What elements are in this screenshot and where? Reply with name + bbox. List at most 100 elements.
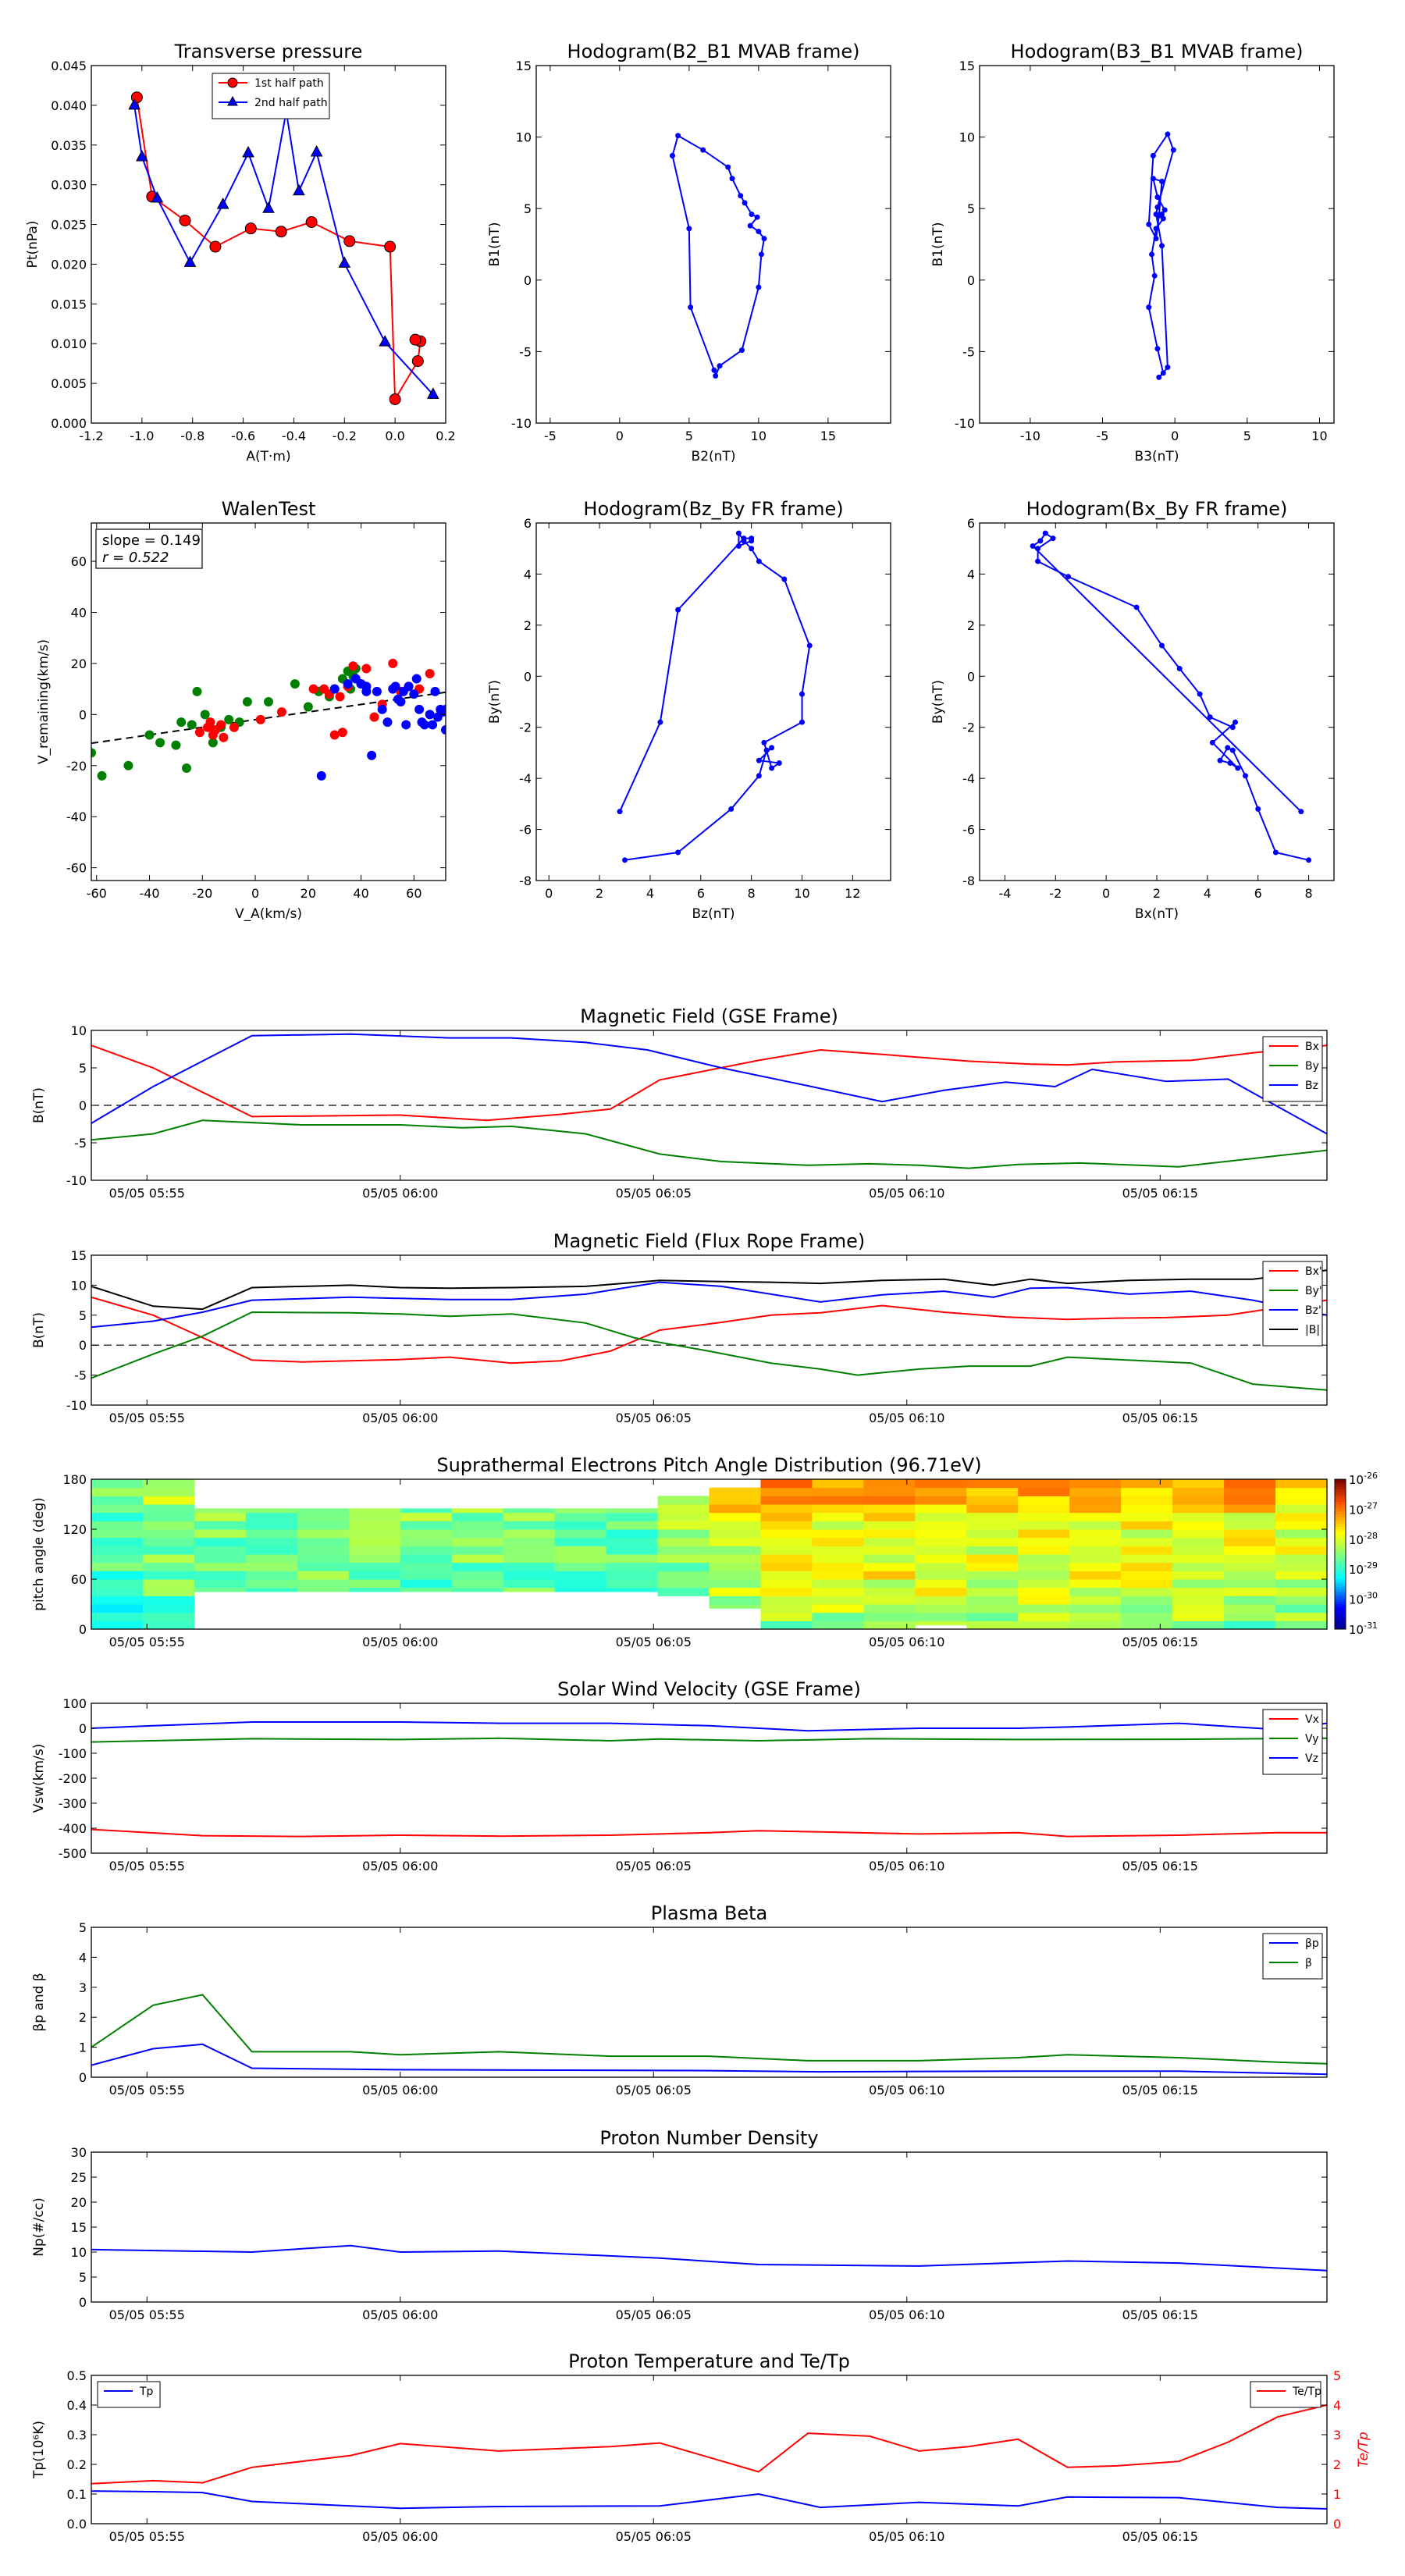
heatmap-cell xyxy=(915,1521,967,1530)
heatmap-cell xyxy=(657,1562,710,1571)
heatmap-cell xyxy=(451,1579,504,1589)
x-tick-label: -0.4 xyxy=(282,429,306,443)
heatmap-cell xyxy=(554,1571,607,1580)
y-tick-label: -20 xyxy=(66,759,87,774)
scatter-point xyxy=(404,681,414,692)
heatmap-cell xyxy=(966,1521,1019,1530)
colorbar-segment xyxy=(1335,1519,1346,1522)
heatmap-cell xyxy=(1121,1562,1173,1571)
colorbar-segment xyxy=(1335,1529,1346,1532)
colorbar-segment xyxy=(1335,1536,1346,1540)
y-tick-label: 120 xyxy=(62,1522,87,1537)
heatmap-cell xyxy=(245,1537,298,1546)
data-point xyxy=(781,576,788,582)
x-tick-label: 05/05 05:55 xyxy=(109,1411,185,1425)
heatmap-cell xyxy=(554,1521,607,1530)
legend: βp β xyxy=(1262,1933,1323,1980)
data-point xyxy=(1154,204,1161,210)
heatmap-cell xyxy=(709,1487,761,1496)
colorbar-segment xyxy=(1335,1574,1346,1578)
data-point xyxy=(1158,243,1165,249)
x-tick-label: 05/05 05:55 xyxy=(109,1186,185,1201)
y-tick-label: 15 xyxy=(959,59,975,73)
y-axis-label: Tp(10⁶K) xyxy=(31,2421,47,2479)
y-tick-label: 0.005 xyxy=(51,376,87,391)
heatmap-cell xyxy=(245,1508,298,1514)
heatmap-cell xyxy=(245,1521,298,1530)
y-tick-label: 0.0 xyxy=(67,2517,87,2532)
scatter-point xyxy=(414,704,425,714)
heatmap-cell xyxy=(863,1479,916,1489)
series-line-bz xyxy=(91,1033,1327,1135)
colorbar-segment xyxy=(1335,1511,1346,1515)
scatter-point xyxy=(428,720,438,730)
x-tick-label: 8 xyxy=(748,886,756,901)
colorbar-tick-label: 10-29 xyxy=(1349,1560,1378,1577)
heatmap-cell xyxy=(1172,1521,1225,1530)
heatmap-cell xyxy=(1018,1521,1070,1530)
heatmap-cell xyxy=(400,1554,453,1564)
chart-tp: 0.0000.0050.0100.0150.0200.0250.0300.035… xyxy=(25,41,456,464)
heatmap-cell xyxy=(606,1579,659,1589)
heatmap-cell xyxy=(915,1529,967,1539)
x-tick-label: 10 xyxy=(1311,429,1327,443)
y-tick-label: 0 xyxy=(79,1098,87,1113)
heatmap-cell xyxy=(760,1529,813,1539)
legend-label: Vx xyxy=(1305,1713,1319,1726)
y-tick-label: -5 xyxy=(962,344,975,359)
x-tick-label: -40 xyxy=(139,886,159,901)
data-point xyxy=(738,193,744,199)
heatmap-cell xyxy=(1069,1487,1122,1496)
heatmap-cell xyxy=(1069,1579,1122,1589)
heatmap-cell xyxy=(863,1562,916,1571)
data-point xyxy=(799,691,805,697)
heatmap-cell xyxy=(1224,1496,1276,1505)
heatmap-cell xyxy=(709,1512,761,1521)
scatter-point xyxy=(316,770,326,781)
heatmap-cell xyxy=(91,1521,144,1530)
scatter-point xyxy=(425,669,435,679)
y-tick-label: 180 xyxy=(62,1472,87,1487)
heatmap-cell xyxy=(91,1621,144,1629)
colorbar-segment xyxy=(1335,1526,1346,1530)
data-point xyxy=(1035,546,1041,552)
heatmap-cell xyxy=(709,1604,761,1609)
x-axis-label: B2(nT) xyxy=(692,449,736,464)
chart-hzy: -8 -6 -4 -2 0 2 4 6 0 2 4 6 8 10 12 Hodogram(Bz_By FR f… xyxy=(487,498,891,922)
x-tick-label: 05/05 06:10 xyxy=(869,1411,944,1425)
x-tick-label: 05/05 06:10 xyxy=(869,2307,944,2322)
heatmap-cell xyxy=(1018,1604,1070,1614)
right-y-tick-label: 5 xyxy=(1333,2368,1341,2383)
y-tick-label: 25 xyxy=(71,2170,87,2185)
legend-label: 1st half path xyxy=(254,77,324,90)
heatmap-cell xyxy=(297,1554,350,1564)
y-tick-label: 5 xyxy=(524,201,532,216)
heatmap-cell xyxy=(451,1587,504,1592)
y-tick-label: 0 xyxy=(79,1622,87,1637)
heatmap-cell xyxy=(1275,1562,1327,1571)
heatmap-cell xyxy=(1224,1479,1276,1489)
scatter-point xyxy=(393,694,404,704)
heatmap-cell xyxy=(503,1508,556,1514)
heatmap-cell xyxy=(1275,1554,1327,1564)
x-tick-label: 05/05 05:55 xyxy=(109,2083,185,2097)
x-axis-label: V_A(km/s) xyxy=(235,906,302,922)
colorbar-segment xyxy=(1335,1579,1346,1582)
data-point xyxy=(776,760,782,767)
data-point xyxy=(411,355,424,368)
heatmap-cell xyxy=(348,1512,401,1521)
data-point xyxy=(1176,665,1183,671)
data-point xyxy=(738,347,745,354)
heatmap-cell xyxy=(812,1562,864,1571)
heatmap-cell xyxy=(400,1529,453,1539)
colorbar-segment xyxy=(1335,1524,1346,1528)
y-tick-label: -4 xyxy=(962,771,975,786)
y-axis-label: B1(nT) xyxy=(487,222,503,267)
heatmap-cell xyxy=(1069,1521,1122,1530)
y-axis-label: B(nT) xyxy=(31,1312,47,1348)
y-tick-label: 2 xyxy=(79,2010,87,2025)
x-tick-label: 12 xyxy=(845,886,860,901)
heatmap-cell xyxy=(812,1512,864,1521)
heatmap-cell xyxy=(1224,1604,1276,1614)
heatmap-cell xyxy=(709,1596,761,1605)
